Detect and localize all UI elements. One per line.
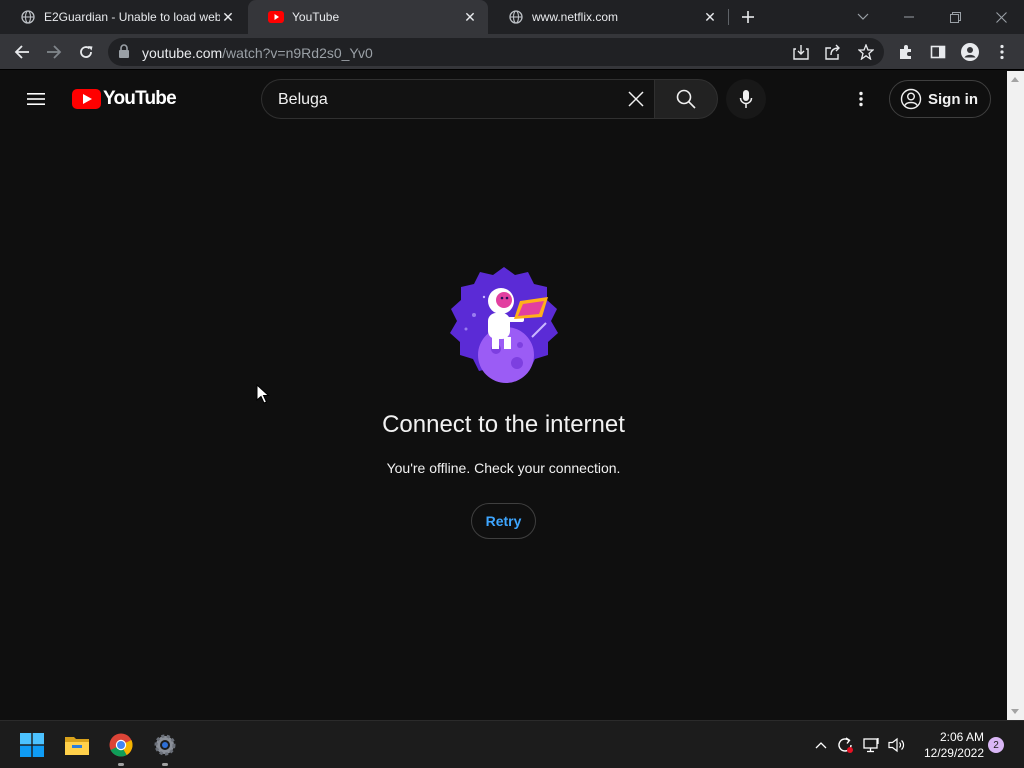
account-icon xyxy=(961,43,979,61)
profile-button[interactable] xyxy=(956,38,984,66)
arrow-left-icon xyxy=(14,45,29,59)
tab-search-button[interactable] xyxy=(840,0,886,34)
chevron-down-icon xyxy=(857,13,869,20)
clear-search-button[interactable] xyxy=(625,88,647,110)
account-circle-icon xyxy=(900,88,922,110)
browser-tabstrip: E2Guardian - Unable to load web ✕ YouTub… xyxy=(0,0,1024,34)
puzzle-icon xyxy=(900,45,911,59)
side-panel-button[interactable] xyxy=(924,38,952,66)
close-icon xyxy=(628,91,644,107)
globe-icon xyxy=(20,9,36,25)
url-path: /watch?v=n9Rd2s0_Yv0 xyxy=(222,45,373,61)
search-input[interactable]: Beluga xyxy=(261,79,655,119)
tab-e2guardian[interactable]: E2Guardian - Unable to load web ✕ xyxy=(0,0,246,34)
tab-title: www.netflix.com xyxy=(532,10,619,24)
running-indicator xyxy=(118,763,124,766)
arrow-right-icon xyxy=(47,45,62,59)
restore-button[interactable] xyxy=(932,0,978,34)
browser-menu-button[interactable] xyxy=(988,38,1016,66)
share-icon[interactable] xyxy=(823,42,843,62)
offline-message: You're offline. Check your connection. xyxy=(386,460,621,476)
more-vertical-icon xyxy=(859,91,863,107)
network-icon[interactable] xyxy=(862,735,882,755)
sign-in-button[interactable]: Sign in xyxy=(889,80,991,118)
offline-title: Connect to the internet xyxy=(382,411,625,438)
voice-search-button[interactable] xyxy=(726,79,766,119)
tab-title: YouTube xyxy=(292,10,340,24)
running-indicator xyxy=(162,763,168,766)
offline-astronaut-illustration xyxy=(450,267,558,383)
speaker-icon[interactable] xyxy=(887,735,907,755)
close-icon[interactable]: ✕ xyxy=(220,9,236,25)
search-query: Beluga xyxy=(278,91,328,108)
search-icon xyxy=(676,89,696,109)
youtube-page: YouTube Beluga Sign in Connect to the in… xyxy=(0,71,1007,720)
close-icon xyxy=(995,11,1007,23)
clock-time: 2:06 AM xyxy=(939,730,984,744)
page-scrollbar[interactable] xyxy=(1007,71,1024,720)
sync-icon[interactable] xyxy=(835,735,855,755)
settings-more-button[interactable] xyxy=(845,83,877,115)
close-window-button[interactable] xyxy=(978,0,1024,34)
reload-icon xyxy=(80,46,93,58)
file-explorer-icon[interactable] xyxy=(61,729,93,761)
tab-netflix[interactable]: www.netflix.com ✕ xyxy=(488,0,728,34)
search-button[interactable] xyxy=(654,79,718,119)
side-panel-icon xyxy=(930,45,946,59)
taskbar-clock[interactable]: 2:06 AM 12/29/2022 xyxy=(914,729,984,761)
reload-button[interactable] xyxy=(72,38,100,66)
more-vertical-icon xyxy=(1000,44,1004,60)
notification-badge[interactable]: 2 xyxy=(988,737,1004,753)
minimize-icon xyxy=(904,16,914,18)
install-app-icon[interactable] xyxy=(791,42,811,62)
star-icon[interactable] xyxy=(856,42,876,62)
youtube-play-icon xyxy=(72,89,101,109)
back-button[interactable] xyxy=(8,38,36,66)
tab-title: E2Guardian - Unable to load web xyxy=(44,10,220,24)
tab-separator xyxy=(728,9,729,25)
globe-icon xyxy=(508,9,524,25)
windows-taskbar: 2:06 AM 12/29/2022 2 xyxy=(0,720,1024,768)
scroll-down-icon[interactable] xyxy=(1011,709,1019,714)
browser-toolbar: youtube.com/watch?v=n9Rd2s0_Yv0 xyxy=(0,34,1024,70)
minimize-button[interactable] xyxy=(886,0,932,34)
settings-icon[interactable] xyxy=(149,729,181,766)
restore-icon xyxy=(949,11,961,23)
forward-button[interactable] xyxy=(40,38,68,66)
microphone-icon xyxy=(739,90,753,108)
retry-button[interactable]: Retry xyxy=(471,503,536,539)
sign-in-label: Sign in xyxy=(928,90,978,108)
lock-icon[interactable] xyxy=(118,44,130,64)
clock-date: 12/29/2022 xyxy=(923,746,984,760)
guide-menu-button[interactable] xyxy=(20,83,52,115)
url-host: youtube.com xyxy=(142,45,223,61)
windows-start-icon[interactable] xyxy=(16,729,48,761)
logo-text: YouTube xyxy=(103,88,177,109)
hamburger-menu-icon xyxy=(27,93,45,105)
chevron-up-icon[interactable] xyxy=(811,735,831,755)
youtube-logo[interactable]: YouTube xyxy=(72,87,177,111)
extensions-button[interactable] xyxy=(892,38,920,66)
chrome-icon[interactable] xyxy=(105,729,137,766)
plus-icon xyxy=(742,11,754,23)
youtube-favicon xyxy=(268,9,284,25)
close-icon[interactable]: ✕ xyxy=(462,9,478,25)
new-tab-button[interactable] xyxy=(736,5,760,29)
url-text: youtube.com/watch?v=n9Rd2s0_Yv0 xyxy=(142,45,373,61)
tab-youtube[interactable]: YouTube ✕ xyxy=(248,0,488,34)
mouse-cursor-icon xyxy=(256,384,270,404)
address-bar[interactable]: youtube.com/watch?v=n9Rd2s0_Yv0 xyxy=(108,38,884,66)
scroll-up-icon[interactable] xyxy=(1011,77,1019,82)
close-icon[interactable]: ✕ xyxy=(702,9,718,25)
